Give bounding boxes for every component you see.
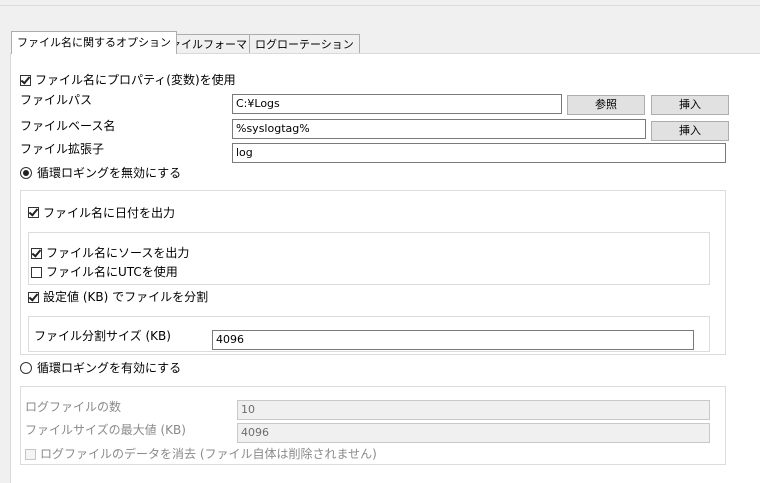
log-count-label: ログファイルの数 bbox=[25, 400, 122, 414]
tab-label: ファイル名に関するオプション bbox=[17, 36, 171, 49]
date-in-name-checkbox[interactable] bbox=[28, 207, 39, 218]
circular-off-label: 循環ロギングを無効にする bbox=[37, 166, 182, 180]
file-path-input[interactable]: C:¥Logs bbox=[232, 94, 562, 114]
source-in-name-checkbox[interactable] bbox=[31, 248, 42, 259]
file-base-label: ファイルベース名 bbox=[20, 119, 116, 133]
max-size-input[interactable]: 4096 bbox=[237, 423, 710, 443]
utc-in-name-checkbox[interactable] bbox=[31, 267, 42, 278]
clear-data-label: ログファイルのデータを消去 (ファイル自体は削除されません) bbox=[40, 447, 377, 461]
split-by-size-label: 設定値 (KB) でファイルを分割 bbox=[43, 290, 209, 304]
max-size-label: ファイルサイズの最大値 (KB) bbox=[25, 423, 186, 437]
tab-label: ログローテーション bbox=[255, 38, 354, 51]
browse-button[interactable]: 参照 bbox=[567, 95, 645, 115]
circular-on-label: 循環ロギングを有効にする bbox=[37, 361, 182, 375]
tab-log-rotation[interactable]: ログローテーション bbox=[249, 34, 360, 53]
file-path-label: ファイルパス bbox=[20, 93, 93, 107]
log-count-input[interactable]: 10 bbox=[237, 400, 710, 420]
use-property-label: ファイル名にプロパティ(変数)を使用 bbox=[35, 73, 236, 87]
file-base-input[interactable]: %syslogtag% bbox=[232, 119, 646, 139]
insert-base-button[interactable]: 挿入 bbox=[651, 121, 729, 141]
split-size-label: ファイル分割サイズ (KB) bbox=[34, 329, 171, 343]
file-ext-input[interactable]: log bbox=[232, 143, 726, 163]
utc-in-name-label: ファイル名にUTCを使用 bbox=[46, 265, 178, 279]
circular-off-radio[interactable] bbox=[20, 167, 32, 179]
window-top-strip bbox=[0, 0, 760, 6]
source-in-name-label: ファイル名にソースを出力 bbox=[46, 246, 190, 260]
tab-filename-options[interactable]: ファイル名に関するオプション bbox=[11, 31, 177, 54]
split-by-size-checkbox[interactable] bbox=[28, 292, 39, 303]
insert-path-button[interactable]: 挿入 bbox=[651, 95, 729, 115]
clear-data-checkbox[interactable] bbox=[25, 449, 36, 460]
date-in-name-label: ファイル名に日付を出力 bbox=[43, 206, 176, 220]
circular-on-radio[interactable] bbox=[20, 362, 32, 374]
file-ext-label: ファイル拡張子 bbox=[20, 142, 105, 156]
use-property-checkbox[interactable] bbox=[20, 75, 31, 86]
split-size-input[interactable]: 4096 bbox=[212, 330, 694, 350]
